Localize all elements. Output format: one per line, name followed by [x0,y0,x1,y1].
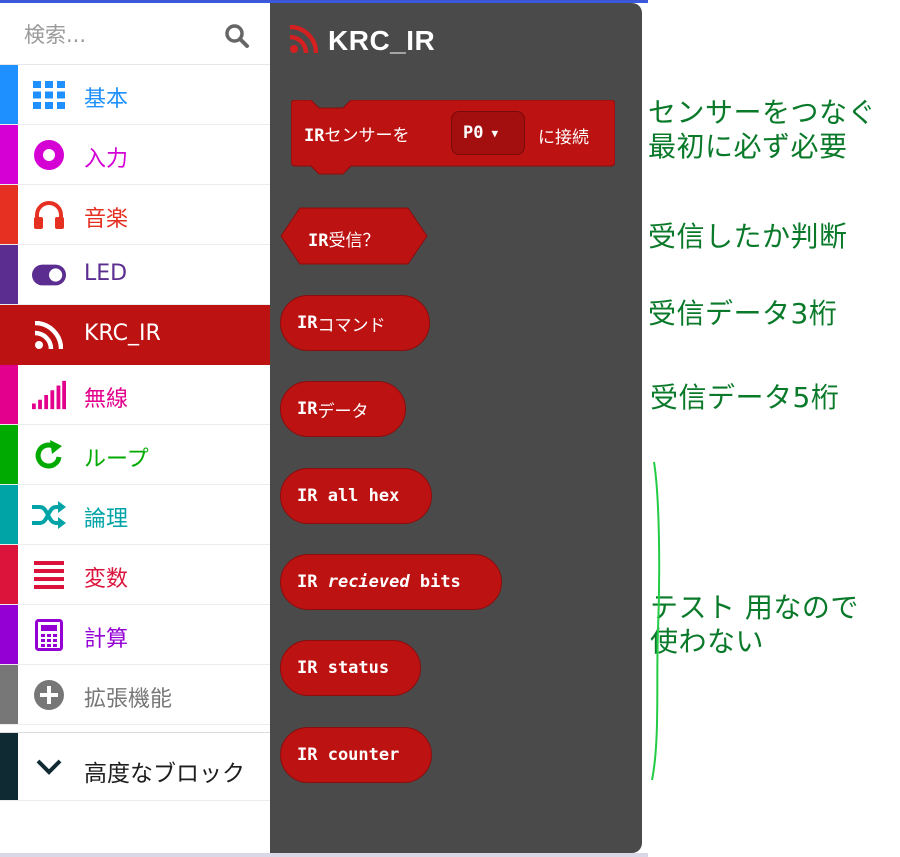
headphones-icon [32,198,66,232]
dropdown-arrow-icon: ▼ [491,126,499,140]
bracket-line [651,461,661,781]
category-logic[interactable]: 論理 [0,485,270,545]
ir-counter-block[interactable]: IR counter [280,727,432,783]
category-advanced[interactable]: 高度なブロック [0,733,270,801]
category-led[interactable]: LED [0,245,270,305]
block-text: に接続 [538,128,589,148]
category-color-bar [0,485,18,544]
grid-icon [32,78,66,112]
category-krc-ir[interactable]: KRC_IR [0,305,270,365]
search-input[interactable] [24,20,214,50]
ir-received-block[interactable]: IR受信？ [280,207,428,265]
plus-circle-icon [32,678,66,712]
category-color-bar [0,185,18,244]
toolbox-separator [0,725,270,733]
toolbox-sidebar: 基本 入力 音楽 LED [0,3,270,853]
search-box [0,3,270,65]
category-color-bar [0,365,18,424]
ir-all-hex-block[interactable]: IR all hex [280,468,432,524]
ir-recieved-bits-block[interactable]: IR recieved bits [280,554,502,610]
category-color-bar [0,65,18,124]
flyout-title-label: KRC_IR [328,25,436,56]
category-color-bar [0,245,18,304]
annotation-command: 受信データ3桁 [648,297,838,330]
category-label: 入力 [84,147,129,172]
category-label: 音楽 [84,207,129,232]
search-icon[interactable] [224,23,250,49]
category-label: 変数 [84,567,129,592]
category-input[interactable]: 入力 [0,125,270,185]
category-basic[interactable]: 基本 [0,65,270,125]
annotation-test: テスト 用なので 使わない [650,591,859,658]
category-radio[interactable]: 無線 [0,365,270,425]
rss-icon [32,318,66,352]
category-extensions[interactable]: 拡張機能 [0,665,270,725]
annotation-received: 受信したか判断 [648,220,848,253]
block-flyout: KRC_IR IRセンサーを P0 ▼ に接続 IR受信？ IR コマンド IR デー… [270,3,642,853]
block-text: IR受信？ [308,231,380,251]
category-label: 高度なブロック [84,761,245,787]
annotation-connect: センサーをつなぐ 最初に必ず必要 [648,96,877,163]
flyout-title: KRC_IR [289,24,436,57]
category-color-bar [0,605,18,664]
category-label: KRC_IR [84,321,161,346]
annotation-data: 受信データ5桁 [650,381,840,414]
block-text: IRセンサーを [304,126,410,146]
pin-dropdown[interactable]: P0 ▼ [451,111,525,155]
ir-connect-block[interactable]: IRセンサーを P0 ▼ に接続 [291,100,615,175]
category-color-bar [0,665,18,724]
category-label: 無線 [84,387,129,412]
category-variables[interactable]: 変数 [0,545,270,605]
category-color-bar [0,733,18,800]
category-label: 拡張機能 [84,687,173,712]
toggle-icon [32,258,66,292]
category-color-bar [0,125,18,184]
loop-arrow-icon [32,438,66,472]
ir-status-block[interactable]: IR status [280,640,421,696]
lines-icon [32,558,66,592]
category-label: 論理 [84,507,129,532]
category-color-bar [0,425,18,484]
category-music[interactable]: 音楽 [0,185,270,245]
category-label: 基本 [84,87,129,112]
ir-data-block[interactable]: IR データ [280,381,406,437]
shuffle-icon [32,498,66,532]
category-color-bar [0,545,18,604]
bottom-line [0,853,648,857]
chevron-down-icon [32,750,66,784]
target-icon [32,138,66,172]
category-math[interactable]: 計算 [0,605,270,665]
category-loops[interactable]: ループ [0,425,270,485]
rss-icon [289,24,319,57]
signal-bars-icon [32,378,66,412]
category-label: 計算 [84,627,129,652]
category-label: LED [84,261,128,286]
category-label: ループ [84,447,149,472]
ir-command-block[interactable]: IR コマンド [280,295,430,351]
calculator-icon [32,618,66,652]
